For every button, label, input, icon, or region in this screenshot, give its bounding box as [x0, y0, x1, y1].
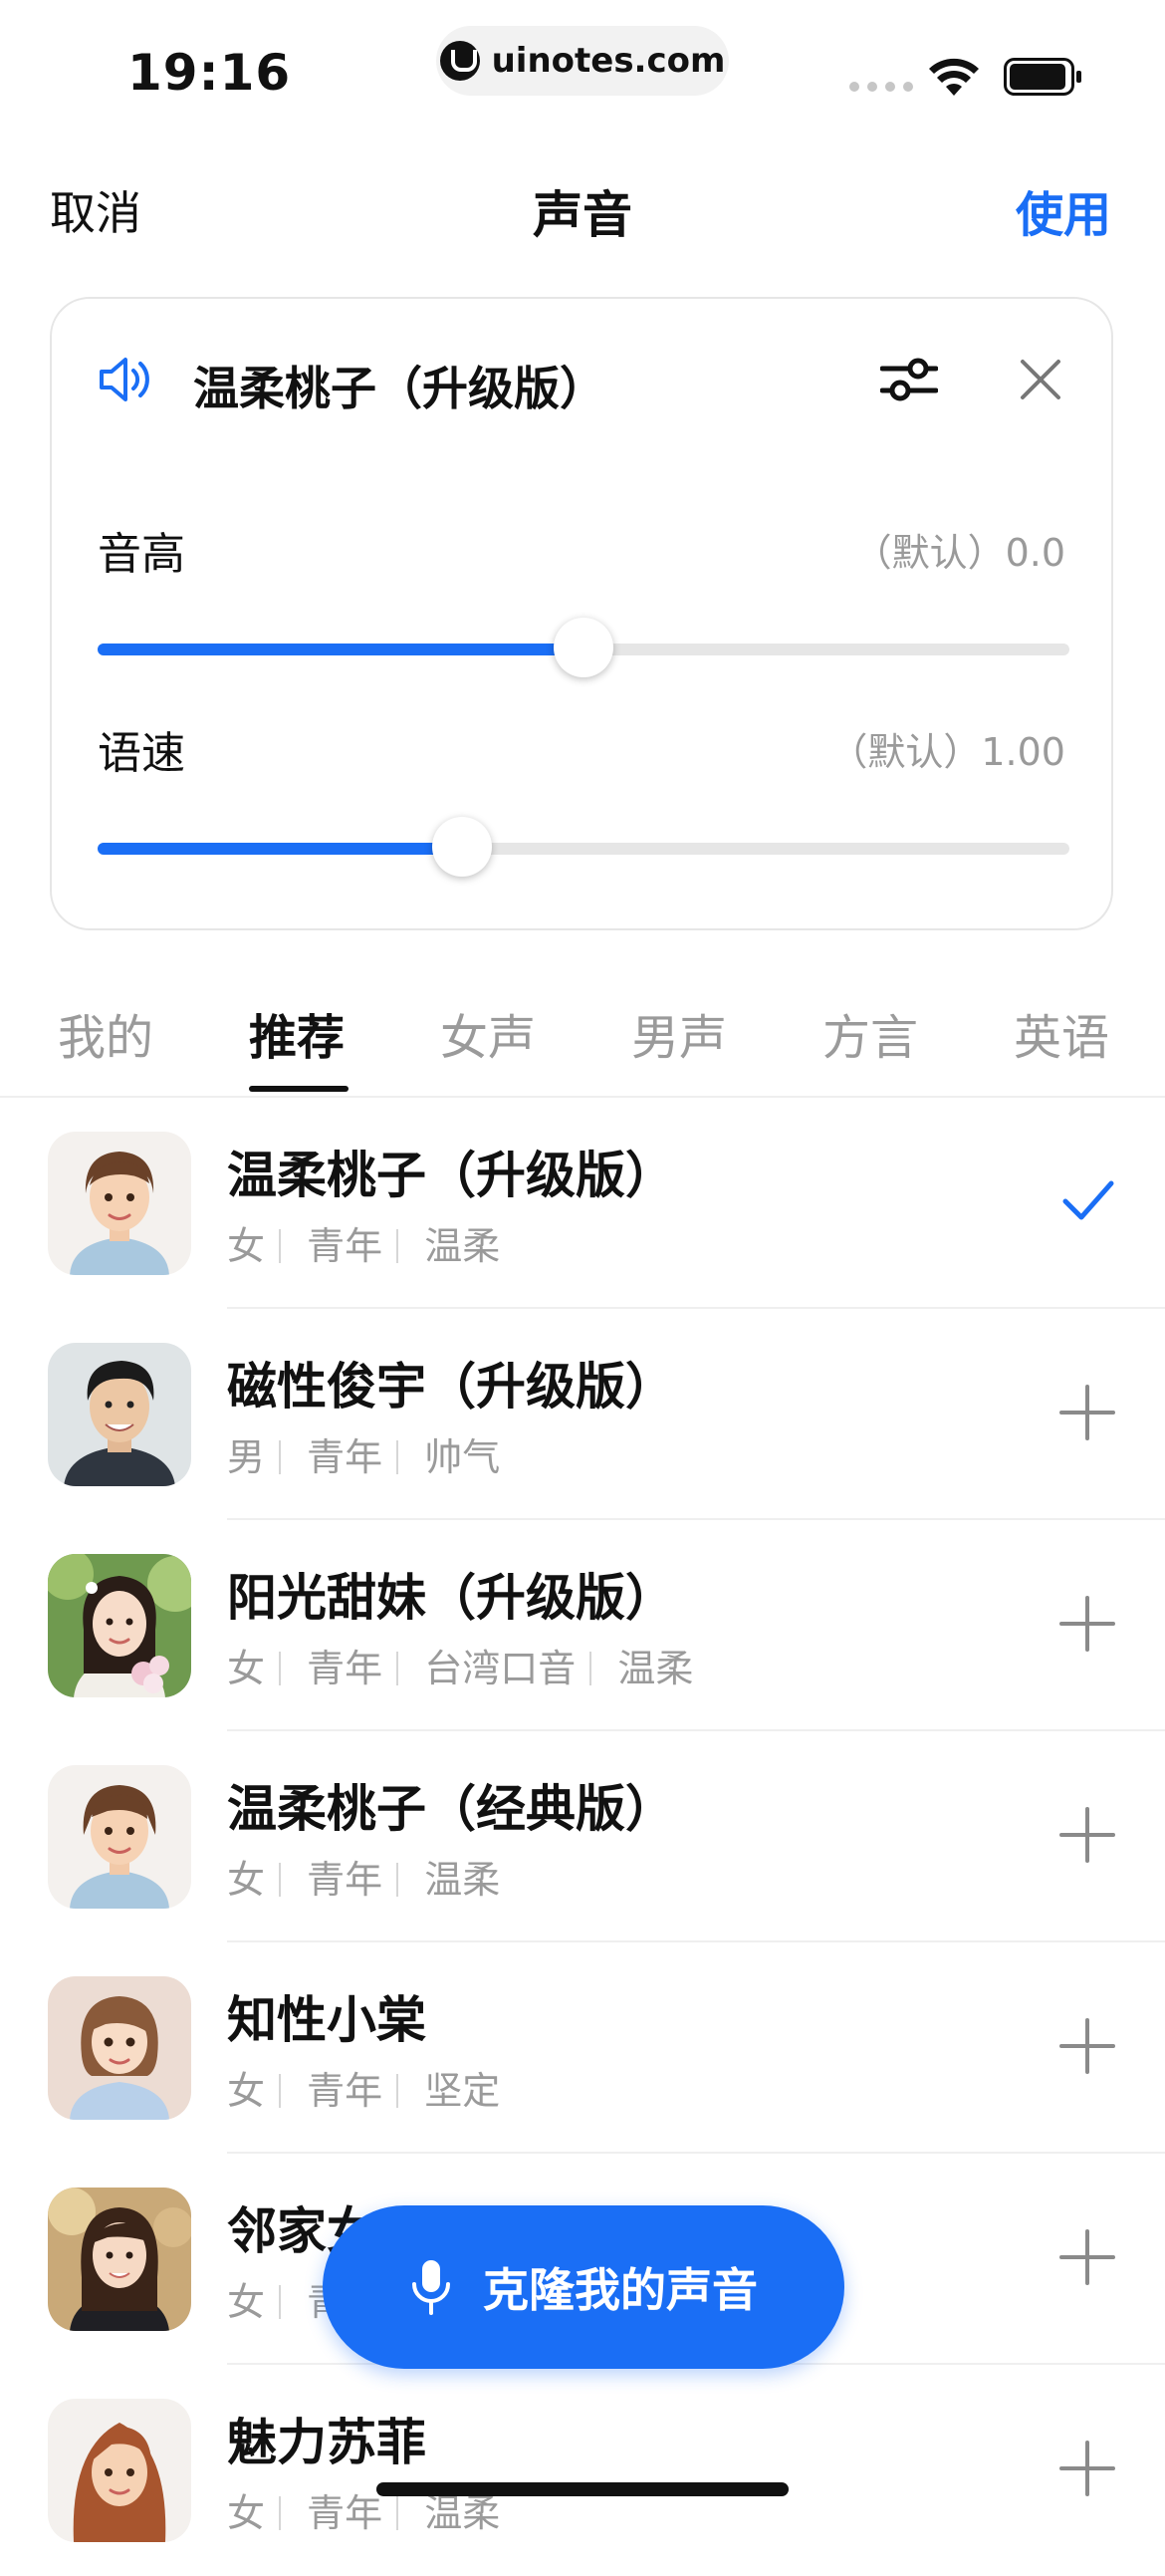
- close-icon[interactable]: [1018, 357, 1063, 402]
- voice-tag: 青年: [307, 2491, 383, 2535]
- voice-tag: 温柔: [424, 1224, 501, 1268]
- voice-name: 温柔桃子（经典版）: [227, 1780, 675, 1838]
- speed-slider-thumb[interactable]: [432, 817, 492, 877]
- cancel-button[interactable]: 取消: [50, 177, 141, 243]
- avatar: [48, 1554, 191, 1697]
- add-icon[interactable]: [1055, 1381, 1119, 1444]
- voice-list-item[interactable]: 魅力苏菲 女 青年 温柔: [0, 2365, 1165, 2576]
- speed-label: 语速: [98, 728, 185, 779]
- voice-tag: 温柔: [424, 1858, 501, 1902]
- voice-tag: 帅气: [424, 1435, 501, 1479]
- wifi-icon: [929, 58, 979, 96]
- voice-name: 温柔桃子（升级版）: [227, 1147, 675, 1204]
- voice-tag: 女: [227, 1858, 266, 1902]
- cellular-signal-icon: [849, 82, 913, 92]
- site-logo-icon: [439, 41, 480, 81]
- battery-icon: [1004, 58, 1081, 96]
- speed-value: （默认）1.00: [829, 730, 1065, 774]
- current-voice-name: 温柔桃子（升级版）: [193, 362, 605, 415]
- avatar: [48, 2399, 191, 2542]
- checkmark-icon[interactable]: [1055, 1169, 1119, 1233]
- voice-name: 知性小棠: [227, 1991, 426, 2049]
- voice-list-item[interactable]: 温柔桃子（经典版） 女 青年 温柔: [0, 1731, 1165, 1942]
- voice-list-item[interactable]: 磁性俊宇（升级版） 男 青年 帅气: [0, 1309, 1165, 1520]
- voice-tag: 男: [227, 1435, 266, 1479]
- tab-male[interactable]: 男声: [631, 998, 727, 1068]
- voice-tag: 青年: [307, 1858, 383, 1902]
- pitch-value: （默认）0.0: [853, 531, 1065, 575]
- category-tabs: 我的 推荐 女声 男声 方言 英语: [0, 986, 1165, 1096]
- voice-tag: 温柔: [617, 1647, 694, 1690]
- voice-list-item[interactable]: 温柔桃子（升级版） 女 青年 温柔: [0, 1098, 1165, 1309]
- speaker-icon[interactable]: [98, 355, 153, 404]
- tab-recommended[interactable]: 推荐: [249, 998, 345, 1068]
- avatar: [48, 2188, 191, 2331]
- voice-tag: 女: [227, 2491, 266, 2535]
- pitch-slider[interactable]: [98, 618, 1069, 677]
- voice-tag: 青年: [307, 2069, 383, 2113]
- avatar: [48, 1132, 191, 1275]
- current-voice-card: 温柔桃子（升级版） 音高 （默认）0.0 语速 （默认）1.00: [50, 297, 1113, 930]
- url-text: uinotes.com: [491, 41, 726, 81]
- add-icon[interactable]: [1055, 2014, 1119, 2078]
- voice-tag: 台湾口音: [424, 1647, 577, 1690]
- avatar: [48, 1343, 191, 1486]
- tab-mine[interactable]: 我的: [58, 998, 153, 1068]
- add-icon[interactable]: [1055, 1803, 1119, 1867]
- voice-list-item[interactable]: 阳光甜妹（升级版） 女 青年 台湾口音 温柔: [0, 1520, 1165, 1731]
- add-icon[interactable]: [1055, 2437, 1119, 2500]
- voice-tag: 青年: [307, 1647, 383, 1690]
- adjust-settings-icon[interactable]: [880, 355, 938, 404]
- voice-tags: 女 青年 温柔: [227, 1849, 500, 1904]
- tab-female[interactable]: 女声: [440, 998, 536, 1068]
- voice-tag: 坚定: [424, 2069, 501, 2113]
- active-tab-indicator: [249, 1086, 349, 1092]
- home-indicator: [376, 2482, 789, 2496]
- avatar: [48, 1976, 191, 2120]
- voice-tag: 温柔: [424, 2491, 501, 2535]
- tab-english[interactable]: 英语: [1014, 998, 1109, 1068]
- use-button[interactable]: 使用: [1016, 175, 1111, 245]
- speed-slider-fill: [98, 843, 462, 855]
- voice-tags: 男 青年 帅气: [227, 1426, 500, 1481]
- voice-list-item[interactable]: 知性小棠 女 青年 坚定: [0, 1942, 1165, 2154]
- pitch-slider-thumb[interactable]: [554, 618, 613, 677]
- voice-tag: 女: [227, 1647, 266, 1690]
- add-icon[interactable]: [1055, 2225, 1119, 2289]
- voice-name: 阳光甜妹（升级版）: [227, 1569, 675, 1627]
- avatar: [48, 1765, 191, 1909]
- voice-name: 魅力苏菲: [227, 2414, 426, 2471]
- voice-name: 磁性俊宇（升级版）: [227, 1358, 675, 1416]
- status-time: 19:16: [127, 44, 292, 102]
- page-title: 声音: [533, 186, 632, 244]
- clone-my-voice-button[interactable]: 克隆我的声音: [323, 2205, 844, 2369]
- voice-tags: 女 青年 温柔: [227, 1215, 500, 1270]
- clone-button-label: 克隆我的声音: [483, 2263, 758, 2317]
- voice-tags: 女 青年 台湾口音 温柔: [227, 1638, 693, 1692]
- voice-tag: 女: [227, 2069, 266, 2113]
- pitch-label: 音高: [98, 529, 185, 580]
- speed-slider[interactable]: [98, 817, 1069, 877]
- pitch-slider-fill: [98, 644, 583, 655]
- voice-tag: 青年: [307, 1435, 383, 1479]
- voice-tags: 女 青年 坚定: [227, 2060, 500, 2115]
- microphone-icon: [412, 2260, 450, 2315]
- voice-tag: 青年: [307, 1224, 383, 1268]
- status-bar: 19:16 uinotes.com: [0, 0, 1165, 139]
- add-icon[interactable]: [1055, 1592, 1119, 1656]
- voice-tag: 女: [227, 1224, 266, 1268]
- url-pill[interactable]: uinotes.com: [436, 26, 729, 96]
- tab-dialect[interactable]: 方言: [822, 998, 918, 1068]
- voice-tag: 女: [227, 2280, 266, 2324]
